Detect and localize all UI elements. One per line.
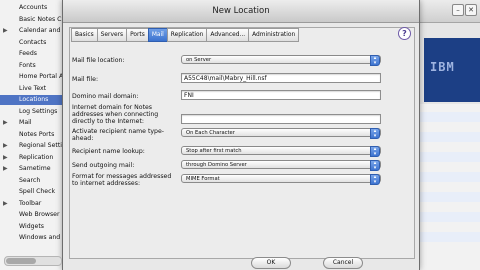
dropdown-arrows-icon: ▴ ▾ [370,160,380,171]
tab-advanced[interactable]: Advanced... [206,28,249,42]
preferences-list-item-label: Accounts [19,4,48,11]
message-format-select[interactable]: MIME Format ▴ ▾ [181,174,381,185]
expand-triangle-icon[interactable]: ▶ [3,118,8,128]
help-icon[interactable]: ? [398,27,411,40]
recipient-lookup-select[interactable]: Stop after first match ▴ ▾ [181,146,381,157]
domino-mail-domain-field[interactable]: FNI [181,90,381,100]
preferences-list-item-label: Spell Check [19,188,56,195]
dialog-footer: OK Cancel [63,257,419,270]
expand-triangle-icon[interactable]: ▶ [3,141,8,151]
preferences-list-scrollbar[interactable] [4,256,62,266]
mail-file-location-select[interactable]: on Server ▴ ▾ [181,55,381,66]
preferences-list-item-label: Feeds [19,50,37,57]
tab-replication[interactable]: Replication [166,28,207,42]
send-outgoing-mail-label: Send outgoing mail: [72,162,135,169]
cancel-button[interactable]: Cancel [323,257,363,269]
preferences-list-item[interactable]: ▶ Mail [0,118,62,128]
preferences-list-item-label: Log Settings [19,107,58,115]
preferences-list-item[interactable]: Widgets [0,222,62,232]
preferences-list-item-label: Sametime [19,165,51,172]
dropdown-arrows-icon: ▴ ▾ [370,55,380,66]
message-format-label: Format for messages addressed to interne… [72,173,172,187]
window-minimize-icon[interactable]: – [452,4,464,16]
tab-servers[interactable]: Servers [96,28,127,42]
preferences-list-item-label: Widgets [19,222,45,230]
mail-file-location-label: Mail file location: [72,57,125,64]
preferences-list-item[interactable]: Spell Check [0,187,62,197]
dropdown-arrows-icon: ▴ ▾ [370,146,380,157]
expand-triangle-icon[interactable]: ▶ [3,153,8,163]
tab-bar: Basics Servers Ports Mail Replication Advance… [71,28,300,42]
preferences-list-item[interactable]: Home Portal Account [0,72,84,82]
tab-administration[interactable]: Administration [248,28,300,42]
preferences-list-item[interactable]: Notes Ports [0,130,62,140]
preferences-list-item-label: Fonts [19,61,36,69]
preferences-list-item[interactable]: Feeds [0,49,62,59]
scrollbar-thumb[interactable] [6,258,36,264]
expand-triangle-icon[interactable]: ▶ [3,26,8,36]
preferences-list-item[interactable]: Contacts [0,38,62,48]
background-window: – ✕ IBM [418,0,480,270]
message-format-value: MIME Format [186,176,220,182]
recipient-typeahead-value: On Each Character [186,130,235,136]
preferences-list-item-label: Search [19,176,41,184]
new-location-dialog: New Location Basics Servers Ports Mail Repli… [62,0,420,270]
preferences-list-item[interactable]: ▶ Calendar and To Do [0,26,79,36]
background-window-toolbar: – ✕ [418,0,480,23]
internet-domain-field[interactable] [181,114,381,124]
preferences-list-item-label: Replication [19,153,54,161]
recipient-lookup-label: Recipient name lookup: [72,148,145,155]
preferences-list-item[interactable]: ▶ Toolbar [0,199,62,209]
dialog-titlebar[interactable]: New Location [63,0,419,23]
tab-mail[interactable]: Mail [147,28,167,42]
ok-button[interactable]: OK [251,257,291,269]
preferences-list-item-label: Toolbar [19,199,42,207]
internet-domain-label: Internet domain for Notes addresses when… [72,104,159,125]
recipient-typeahead-select[interactable]: On Each Character ▴ ▾ [181,128,381,139]
preferences-list-item[interactable]: ▶ Replication [0,153,62,163]
expand-triangle-icon[interactable]: ▶ [3,199,8,209]
preferences-list-item[interactable]: ▶ Sametime [0,164,62,174]
preferences-list-item-label: Locations [19,96,49,103]
mail-file-field[interactable]: A55C48\mail\Mabry_Hill.nsf [181,73,381,83]
preferences-list-item-label: Live Text [19,84,47,92]
preferences-list-item[interactable]: Locations [0,95,62,105]
preferences-list-item[interactable]: Log Settings [0,107,62,117]
screen: Accounts Basic Notes Client Config ▶ Calend… [0,0,480,270]
preferences-list-item[interactable]: Basic Notes Client Config [0,15,97,25]
domino-mail-domain-label: Domino mail domain: [72,93,139,100]
dropdown-arrows-icon: ▴ ▾ [370,174,380,185]
preferences-list-item-label: Contacts [19,38,47,46]
dropdown-arrows-icon: ▴ ▾ [370,128,380,139]
preferences-list-item-label: Notes Ports [19,130,55,138]
preferences-list: Accounts Basic Notes Client Config ▶ Calend… [0,0,97,270]
mail-file-label: Mail file: [72,76,99,83]
preferences-list-item[interactable]: Fonts [0,61,62,71]
preferences-list-item[interactable]: Live Text [0,84,62,94]
preferences-list-item[interactable]: Search [0,176,62,186]
ibm-logo: IBM [430,60,455,74]
preferences-list-item-label: Web Browser [19,211,60,218]
background-content-panel [418,104,480,270]
preferences-list-item-label: Mail [19,119,32,126]
recipient-typeahead-label: Activate recipient name type-ahead: [72,128,164,142]
preferences-list-item[interactable]: Windows and Themes [0,233,87,243]
window-close-icon[interactable]: ✕ [465,4,477,16]
expand-triangle-icon[interactable]: ▶ [3,164,8,174]
mail-file-location-value: on Server [186,57,212,63]
tab-ports[interactable]: Ports [126,28,148,42]
preferences-list-item[interactable]: ▶ Regional Settings [0,141,73,151]
preferences-list-item[interactable]: Accounts [0,3,62,13]
banner-image: IBM [424,38,480,102]
send-outgoing-mail-value: through Domino Server [186,162,247,168]
recipient-lookup-value: Stop after first match [186,148,242,154]
tab-basics[interactable]: Basics [71,28,97,42]
dialog-title: New Location [212,6,270,16]
send-outgoing-mail-select[interactable]: through Domino Server ▴ ▾ [181,160,381,171]
preferences-list-item[interactable]: Web Browser [0,210,62,220]
